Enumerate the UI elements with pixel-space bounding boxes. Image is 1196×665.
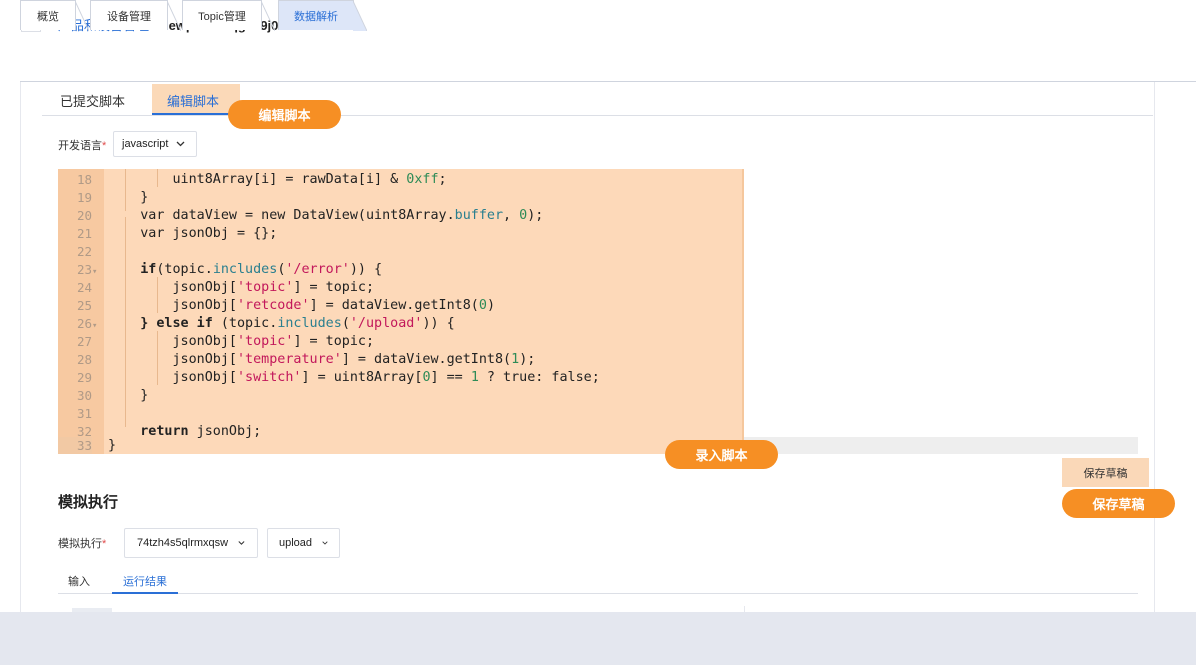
code-line: 33} (58, 437, 742, 454)
tab-corner (353, 1, 367, 31)
code-text: jsonObj['switch'] = uint8Array[0] == 1 ?… (108, 370, 600, 385)
line-number: 19 (76, 190, 92, 205)
code-line: 28 jsonObj['temperature'] = dataView.get… (58, 351, 742, 369)
simulation-label-text: 模拟执行 (58, 538, 102, 550)
code-line: 24 jsonObj['topic'] = topic; (58, 279, 742, 297)
code-text: uint8Array[i] = rawData[i] & 0xff; (108, 172, 447, 187)
required-mark: * (102, 538, 107, 550)
code-line: 18 uint8Array[i] = rawData[i] & 0xff; (58, 171, 742, 189)
code-line: 22 (58, 243, 742, 261)
code-text: } (108, 438, 117, 453)
line-number: 20 (76, 208, 92, 223)
device-select-value: 74tzh4s5qlrmxqsw (137, 537, 229, 549)
device-select[interactable]: 74tzh4s5qlrmxqsw (124, 528, 258, 558)
tab-topic-management-label: Topic管理 (198, 10, 246, 23)
tab-data-parsing-label: 数据解析 (294, 10, 338, 23)
code-line: 21 var jsonObj = {}; (58, 225, 742, 243)
code-line: 20 var dataView = new DataView(uint8Arra… (58, 207, 742, 225)
subtab-edit-script[interactable]: 编辑脚本 (167, 91, 219, 110)
result-divider (744, 606, 745, 612)
tab-topic-management[interactable]: Topic管理 (182, 0, 275, 31)
language-label: 开发语言* (58, 137, 106, 153)
active-tab-indicator (112, 592, 178, 594)
tab-input[interactable]: 输入 (68, 573, 90, 589)
code-editor[interactable]: 18 uint8Array[i] = rawData[i] & 0xff; 19… (58, 169, 744, 454)
tab-run-result[interactable]: 运行结果 (123, 573, 167, 589)
tab-data-parsing[interactable]: 数据解析 (278, 0, 367, 31)
language-select[interactable]: javascript (113, 131, 197, 157)
line-number: 33 (58, 437, 92, 454)
line-number: 24 (76, 280, 92, 295)
line-number: 21 (76, 226, 92, 241)
code-line: 29 jsonObj['switch'] = uint8Array[0] == … (58, 369, 742, 387)
line-number: 27 (76, 334, 92, 349)
line-number: 18 (76, 172, 92, 187)
annotation-save-draft: 保存草稿 (1062, 489, 1175, 518)
line-number: 28 (76, 352, 92, 367)
annotation-enter-script: 录入脚本 (665, 440, 778, 469)
tab-corner (75, 1, 89, 31)
simulation-label: 模拟执行* (58, 535, 106, 551)
result-area-peek (72, 608, 112, 612)
code-text: var dataView = new DataView(uint8Array.b… (108, 208, 544, 223)
language-select-value: javascript (122, 138, 169, 150)
line-number: 31 (76, 406, 92, 421)
subtab-submitted-script[interactable]: 已提交脚本 (60, 91, 125, 110)
line-number: 30 (76, 388, 92, 403)
chevron-down-icon (177, 141, 185, 147)
chevron-down-icon (322, 541, 328, 545)
io-tabs-divider (58, 593, 1138, 594)
code-text: } (108, 190, 149, 205)
topic-select[interactable]: upload (267, 528, 340, 558)
line-number: 22 (76, 244, 92, 259)
code-text: } (108, 388, 149, 403)
code-line: 30 } (58, 387, 742, 405)
topic-select-value: upload (279, 537, 313, 549)
line-number: 25 (76, 298, 92, 313)
code-text: var jsonObj = {}; (108, 226, 278, 241)
tab-device-management[interactable]: 设备管理 (90, 0, 181, 31)
save-draft-button[interactable]: 保存草稿 (1062, 458, 1149, 487)
required-mark: * (102, 140, 107, 152)
code-text: } else if (topic.includes('/upload')) { (140, 316, 455, 331)
code-line: 26▾ } else if (topic.includes('/upload')… (58, 315, 742, 333)
tab-overview[interactable]: 概览 (20, 0, 89, 31)
tab-overview-label: 概览 (37, 10, 59, 23)
code-line: 19 } (58, 189, 742, 207)
tab-corner (167, 1, 181, 31)
tab-corner (261, 1, 275, 31)
code-line: 23▾ if(topic.includes('/error')) { (58, 261, 742, 279)
annotation-edit-script: 编辑脚本 (228, 100, 341, 129)
code-line: 25 jsonObj['retcode'] = dataView.getInt8… (58, 297, 742, 315)
tab-device-management-label: 设备管理 (107, 10, 151, 23)
chevron-down-icon (238, 541, 245, 545)
line-number: 26 (76, 316, 92, 331)
code-line: 27 jsonObj['topic'] = topic; (58, 333, 742, 351)
sub-tabs-divider (42, 115, 1153, 116)
code-text: jsonObj['temperature'] = dataView.getInt… (108, 352, 536, 367)
code-line: 31 (58, 405, 742, 423)
code-text: jsonObj['topic'] = topic; (108, 334, 375, 349)
code-text: jsonObj['retcode'] = dataView.getInt8(0) (108, 298, 495, 313)
code-text: if(topic.includes('/error')) { (140, 262, 383, 277)
language-label-text: 开发语言 (58, 140, 102, 152)
code-text: jsonObj['topic'] = topic; (108, 280, 375, 295)
line-number: 23 (76, 262, 92, 277)
simulation-title: 模拟执行 (58, 494, 119, 511)
line-number: 29 (76, 370, 92, 385)
